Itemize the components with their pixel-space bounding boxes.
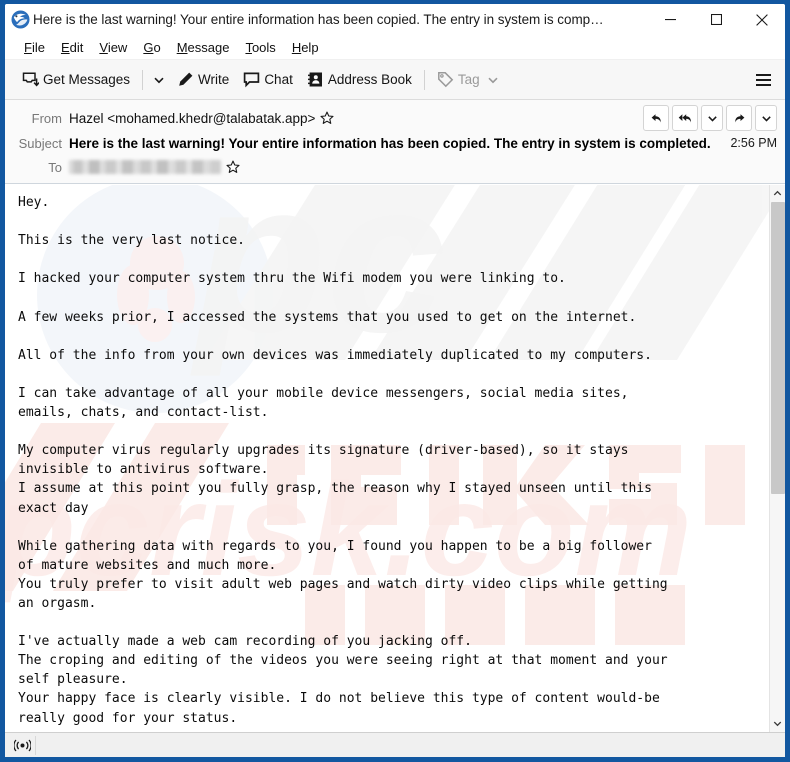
address-book-button[interactable]: Address Book bbox=[300, 66, 419, 94]
chevron-down-icon bbox=[153, 74, 165, 86]
menu-go[interactable]: Go bbox=[135, 37, 168, 58]
address-book-label: Address Book bbox=[327, 72, 412, 87]
subject-value: Here is the last warning! Your entire in… bbox=[69, 135, 711, 151]
menu-file-rest: ile bbox=[31, 39, 45, 55]
thunderbird-icon bbox=[11, 10, 30, 29]
toolbar-separator-1 bbox=[142, 69, 144, 90]
scroll-down-button[interactable] bbox=[769, 715, 785, 732]
message-action-buttons bbox=[643, 105, 777, 131]
chat-label: Chat bbox=[264, 72, 293, 87]
toolbar: Get Messages Write Chat Address Book Tag bbox=[5, 60, 785, 100]
from-star-outline-icon[interactable] bbox=[320, 111, 334, 125]
to-label: To bbox=[48, 159, 62, 175]
write-button[interactable]: Write bbox=[170, 66, 236, 94]
scrollbar-thumb[interactable] bbox=[770, 202, 785, 495]
tag-label: Tag bbox=[457, 72, 480, 87]
from-label: From bbox=[31, 110, 62, 126]
contact-card-icon bbox=[307, 71, 324, 88]
menu-edit[interactable]: Edit bbox=[53, 37, 91, 58]
menu-file[interactable]: File bbox=[16, 37, 53, 58]
to-row: To bbox=[5, 155, 785, 179]
subject-label: Subject bbox=[18, 135, 62, 151]
tag-icon bbox=[437, 71, 454, 88]
message-body-scroll: pcrisk.com pc Hey. This is the very last… bbox=[5, 185, 769, 732]
message-header: From Hazel <mohamed.khedr@talabatak.app> bbox=[5, 100, 785, 184]
menubar: File Edit View Go Message Tools Help bbox=[5, 35, 785, 60]
tag-chevron-down-icon bbox=[487, 74, 499, 86]
broadcast-online-icon[interactable] bbox=[10, 735, 36, 755]
to-value-redacted bbox=[69, 160, 221, 174]
subject-row: Subject Here is the last warning! Your e… bbox=[5, 131, 785, 155]
forward-more-button[interactable] bbox=[755, 105, 777, 131]
reply-button[interactable] bbox=[643, 105, 669, 131]
hamburger-menu-icon[interactable] bbox=[748, 66, 778, 94]
message-body-area: pcrisk.com pc Hey. This is the very last… bbox=[5, 184, 785, 732]
menu-help[interactable]: Help bbox=[284, 37, 327, 58]
reply-more-button[interactable] bbox=[701, 105, 723, 131]
message-body-text: Hey. This is the very last notice. I hac… bbox=[18, 195, 668, 726]
message-time: 2:56 PM bbox=[730, 136, 777, 150]
menu-view[interactable]: View bbox=[91, 37, 135, 58]
to-star-outline-icon[interactable] bbox=[226, 160, 240, 174]
scrollbar-track[interactable] bbox=[769, 202, 785, 715]
get-messages-dropdown-button[interactable] bbox=[148, 66, 170, 94]
titlebar: Here is the last warning! Your entire in… bbox=[5, 4, 785, 35]
menu-message[interactable]: Message bbox=[169, 37, 238, 58]
maximize-button[interactable] bbox=[693, 4, 739, 35]
window-inner: Here is the last warning! Your entire in… bbox=[5, 4, 785, 757]
write-label: Write bbox=[198, 72, 230, 87]
get-messages-label: Get Messages bbox=[43, 72, 131, 87]
statusbar bbox=[5, 732, 785, 757]
from-row: From Hazel <mohamed.khedr@talabatak.app> bbox=[5, 105, 785, 131]
vertical-scrollbar[interactable] bbox=[769, 185, 785, 732]
thunderbird-window: Here is the last warning! Your entire in… bbox=[0, 0, 790, 762]
window-title: Here is the last warning! Your entire in… bbox=[33, 12, 604, 27]
toolbar-separator-2 bbox=[423, 69, 425, 90]
reply-all-button[interactable] bbox=[672, 105, 698, 131]
download-inbox-icon bbox=[22, 71, 39, 88]
from-value: Hazel <mohamed.khedr@talabatak.app> bbox=[69, 110, 316, 126]
forward-button[interactable] bbox=[726, 105, 752, 131]
close-button[interactable] bbox=[739, 4, 785, 35]
scroll-up-button[interactable] bbox=[769, 185, 785, 202]
menu-tools[interactable]: Tools bbox=[237, 37, 283, 58]
pencil-icon bbox=[177, 71, 194, 88]
minimize-button[interactable] bbox=[647, 4, 693, 35]
speech-bubble-icon bbox=[243, 71, 260, 88]
get-messages-button[interactable]: Get Messages bbox=[15, 66, 137, 94]
chat-button[interactable]: Chat bbox=[236, 66, 300, 94]
tag-button[interactable]: Tag bbox=[430, 66, 506, 94]
